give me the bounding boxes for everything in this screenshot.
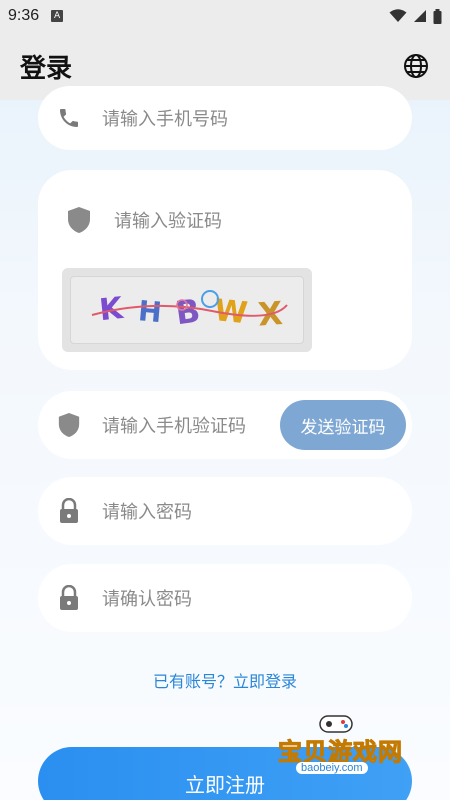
sms-code-field[interactable]: 请输入手机验证码 发送验证码: [38, 391, 412, 459]
page-title: 登录: [20, 53, 73, 84]
confirm-password-field[interactable]: 请确认密码: [38, 564, 412, 632]
svg-text:B: B: [173, 291, 202, 332]
svg-text:H: H: [137, 294, 163, 329]
status-time: 9:36: [8, 7, 40, 24]
password-field[interactable]: 请输入密码: [38, 477, 412, 545]
captcha-card: 请输入验证码 K H B W X: [38, 170, 412, 370]
signal-icon: [414, 10, 426, 22]
status-bar: 9:36 A: [0, 0, 450, 32]
lock-icon: [54, 496, 84, 526]
shield-icon: [54, 410, 84, 440]
captcha-image[interactable]: K H B W X: [70, 276, 304, 344]
captcha-input-row[interactable]: 请输入验证码: [66, 206, 222, 234]
confirm-password-input[interactable]: 请确认密码: [102, 585, 192, 611]
phone-icon: [54, 103, 84, 133]
wifi-icon: [389, 9, 407, 22]
phone-input[interactable]: 请输入手机号码: [102, 105, 228, 131]
shield-icon: [68, 207, 90, 233]
captcha-image-frame[interactable]: K H B W X: [62, 268, 312, 352]
language-globe-icon[interactable]: [402, 52, 430, 80]
notification-icon: A: [51, 10, 64, 22]
watermark-url: baobeiy.com: [296, 762, 368, 774]
send-code-button[interactable]: 发送验证码: [280, 400, 406, 450]
phone-field[interactable]: 请输入手机号码: [38, 86, 412, 150]
battery-icon: [433, 8, 442, 24]
watermark-logo: 宝贝游戏网 baobeiy.com: [270, 712, 420, 780]
lock-icon: [54, 583, 84, 613]
sms-code-input[interactable]: 请输入手机验证码: [102, 412, 246, 438]
login-link[interactable]: 已有账号？立即登录: [0, 668, 450, 692]
captcha-input[interactable]: 请输入验证码: [114, 207, 222, 233]
password-input[interactable]: 请输入密码: [102, 498, 192, 524]
